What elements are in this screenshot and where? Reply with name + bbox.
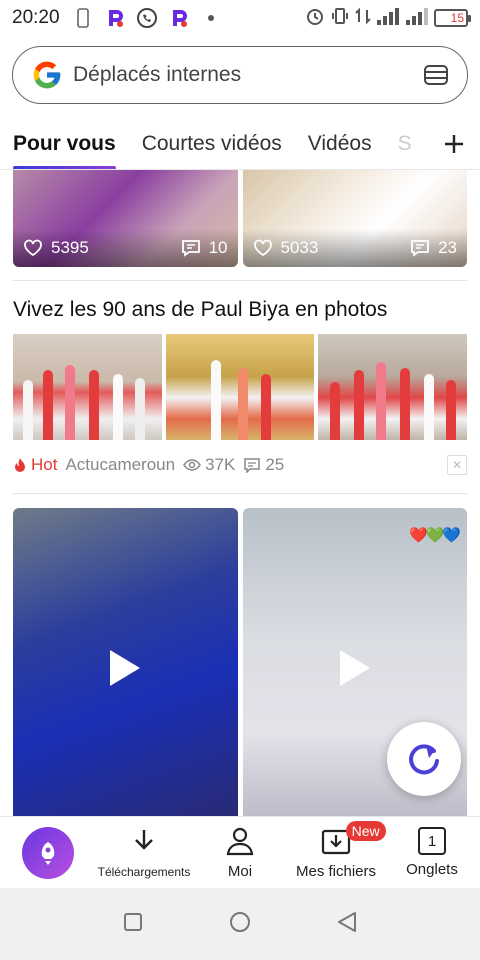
system-icons: 15: [305, 6, 471, 31]
comment-icon: [411, 240, 429, 257]
feed: 5395 10 5033 23 Vivez les 90 ans de Paul…: [0, 170, 480, 816]
article-title[interactable]: Vivez les 90 ans de Paul Biya en photos: [13, 298, 387, 322]
comments-count: 10: [208, 238, 228, 257]
views: 37K: [183, 455, 235, 475]
search-bar[interactable]: Déplacés internes: [12, 46, 468, 104]
tab-pour-vous[interactable]: Pour vous: [13, 118, 116, 169]
tab-switcher-icon[interactable]: [423, 62, 449, 88]
image-cards-row: 5395 10 5033 23: [13, 170, 467, 267]
downloads-label: Téléchargements: [97, 864, 191, 879]
tabs-count: 1: [418, 827, 446, 855]
me-label: Moi: [227, 863, 253, 880]
tab-more[interactable]: S: [398, 118, 412, 169]
notification-icons: [72, 7, 222, 29]
article-photo: [13, 334, 162, 440]
heart-icon: [24, 239, 42, 257]
comments-count: 25: [265, 455, 285, 474]
feed-tabs: Pour vous Courtes vidéos Vidéos S: [0, 118, 480, 170]
user-icon: [226, 827, 254, 856]
sim-icon: [72, 7, 94, 29]
divider: [13, 493, 467, 494]
views-count: 37K: [205, 455, 236, 474]
image-card[interactable]: 5395 10: [13, 170, 238, 267]
image-card[interactable]: 5033 23: [242, 170, 467, 267]
status-bar: 20:20 15: [0, 0, 480, 36]
dismiss-button[interactable]: ✕: [447, 455, 467, 475]
recents-button[interactable]: [123, 912, 143, 937]
nav-files[interactable]: New Mes fichiers: [288, 817, 386, 889]
system-nav: [0, 888, 480, 960]
square-icon: [124, 912, 142, 931]
tab-videos[interactable]: Vidéos: [308, 118, 372, 169]
plus-icon: [445, 135, 463, 153]
article-meta: Hot Actucameroun 37K 25 ✕: [13, 452, 467, 478]
refresh-button[interactable]: [387, 722, 461, 796]
video-card[interactable]: [13, 508, 238, 816]
home-nav-button[interactable]: [229, 911, 251, 938]
vibrate-icon: [330, 6, 350, 31]
likes-count: 5033: [280, 238, 319, 257]
new-badge: New: [345, 820, 386, 841]
nav-tabs[interactable]: 1 Onglets: [384, 817, 480, 889]
eye-icon: [183, 459, 201, 471]
heart-emojis: ❤️💚💙: [408, 527, 461, 544]
card-stats: 5033 23: [242, 229, 467, 267]
bottom-nav: Téléchargements Moi New Mes fichiers 1 O…: [0, 816, 480, 888]
comment-icon: [244, 458, 261, 473]
comments: 25: [243, 455, 284, 475]
search-input[interactable]: Déplacés internes: [73, 63, 423, 87]
add-tab-button[interactable]: [440, 126, 468, 162]
rocket-icon: [41, 841, 55, 865]
divider: [13, 280, 467, 281]
alarm-icon: [305, 6, 325, 31]
signal-icon: [376, 6, 400, 31]
article-photo: [165, 334, 315, 440]
hot-label: Hot: [31, 455, 58, 474]
likes-count: 5395: [51, 238, 89, 257]
article-photo: [318, 334, 468, 440]
article-source[interactable]: Actucameroun: [65, 455, 175, 475]
data-arrows-icon: [355, 6, 371, 31]
tab-courtes-videos[interactable]: Courtes vidéos: [142, 118, 282, 169]
play-icon: [110, 650, 141, 686]
card-stats: 5395 10: [13, 229, 238, 267]
back-triangle-icon: [338, 911, 356, 932]
back-button[interactable]: [337, 911, 357, 938]
article-photos[interactable]: [13, 334, 468, 440]
nav-me[interactable]: Moi: [192, 817, 288, 889]
battery-icon: 15: [434, 9, 471, 27]
refresh-icon: [409, 744, 439, 775]
play-icon: [339, 650, 370, 686]
nav-home[interactable]: [0, 817, 96, 889]
tabs-label: Onglets: [406, 861, 458, 878]
circle-icon: [230, 911, 250, 932]
home-button[interactable]: [22, 826, 74, 879]
google-logo-icon: [31, 59, 63, 91]
files-label: Mes fichiers: [295, 863, 377, 880]
dot-icon: [200, 7, 222, 29]
pinduoduo-icon: [104, 7, 126, 29]
hot-badge: Hot: [13, 455, 57, 475]
flame-icon: [15, 458, 25, 472]
signal-icon: [405, 6, 429, 31]
clock: 20:20: [12, 7, 60, 28]
comment-icon: [181, 240, 200, 257]
nav-downloads[interactable]: Téléchargements: [96, 817, 192, 889]
whatsapp-icon: [136, 7, 158, 29]
heart-icon: [253, 239, 272, 257]
pinduoduo-icon: [168, 7, 190, 29]
download-icon: [135, 829, 153, 850]
comments-count: 23: [438, 238, 457, 257]
